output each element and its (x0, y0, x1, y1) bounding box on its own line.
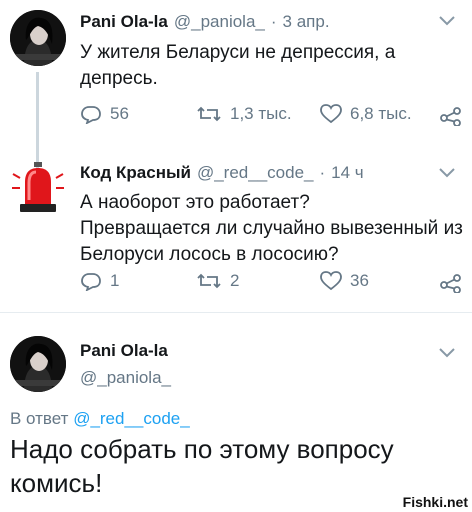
chevron-down-icon[interactable] (438, 346, 456, 364)
author-handle[interactable]: @_paniola_ (174, 12, 265, 32)
share-icon[interactable] (440, 106, 462, 131)
thread-line (36, 72, 39, 168)
tweet-text: А наоборот это работает? Превращается ли… (80, 190, 465, 268)
retweet-button[interactable]: 1,3 тыс. (196, 104, 292, 124)
avatar[interactable] (10, 10, 66, 66)
tweet-text-line: Надо собрать по этому вопросу (10, 434, 394, 464)
separator-dot: · (319, 163, 326, 182)
author-name[interactable]: Pani Ola-la (80, 341, 168, 361)
reply-button[interactable]: 1 (80, 271, 119, 291)
tweet-text: Надо собрать по этому вопросу комись! (10, 432, 465, 500)
retweet-count: 2 (230, 271, 240, 290)
tweet-text-line: У жителя Беларуси не депрессия, а (80, 42, 396, 63)
reply-count: 1 (110, 271, 120, 290)
heart-icon (320, 104, 342, 124)
retweet-icon (197, 273, 221, 289)
author-handle[interactable]: @_paniola_ (80, 368, 171, 388)
reply-button[interactable]: 56 (80, 104, 129, 124)
watermark: Fishki.net (402, 494, 468, 510)
tweet-text-line: Белоруси лосось в лососию? (80, 244, 339, 265)
tweet-text-line: депресь. (80, 68, 158, 89)
retweet-count: 1,3 тыс. (230, 104, 292, 123)
reply-icon (81, 106, 101, 124)
like-button[interactable]: 6,8 тыс. (320, 104, 412, 124)
reply-context-prefix: В ответ (10, 409, 69, 428)
divider (0, 312, 472, 313)
chevron-down-icon[interactable] (438, 166, 456, 184)
tweet-text-line: А наоборот это работает? (80, 192, 310, 213)
like-count: 36 (350, 271, 369, 290)
reply-count: 56 (110, 104, 129, 123)
chevron-down-icon[interactable] (438, 14, 456, 32)
avatar[interactable] (10, 160, 66, 216)
like-button[interactable]: 36 (320, 271, 369, 291)
retweet-icon (197, 106, 221, 122)
share-icon[interactable] (440, 273, 462, 298)
reply-icon (81, 273, 101, 291)
heart-icon (320, 271, 342, 291)
tweet-text-line: комись! (10, 468, 103, 498)
author-handle[interactable]: @_red__code_ (197, 163, 314, 183)
tweet-date[interactable]: 14 ч (331, 163, 364, 183)
author-name[interactable]: Pani Ola-la (80, 12, 168, 32)
tweet-date[interactable]: 3 апр. (283, 12, 330, 32)
retweet-button[interactable]: 2 (196, 271, 239, 291)
like-count: 6,8 тыс. (350, 104, 412, 123)
author-name[interactable]: Код Красный (80, 163, 191, 183)
reply-to-handle[interactable]: @_red__code_ (73, 409, 190, 428)
separator-dot: · (270, 12, 277, 31)
tweet-text: У жителя Беларуси не депрессия, а депрес… (80, 40, 460, 92)
reply-context: В ответ @_red__code_ (10, 409, 190, 429)
avatar[interactable] (10, 336, 66, 392)
tweet-text-line: Превращается ли случайно вывезенный из (80, 218, 463, 239)
